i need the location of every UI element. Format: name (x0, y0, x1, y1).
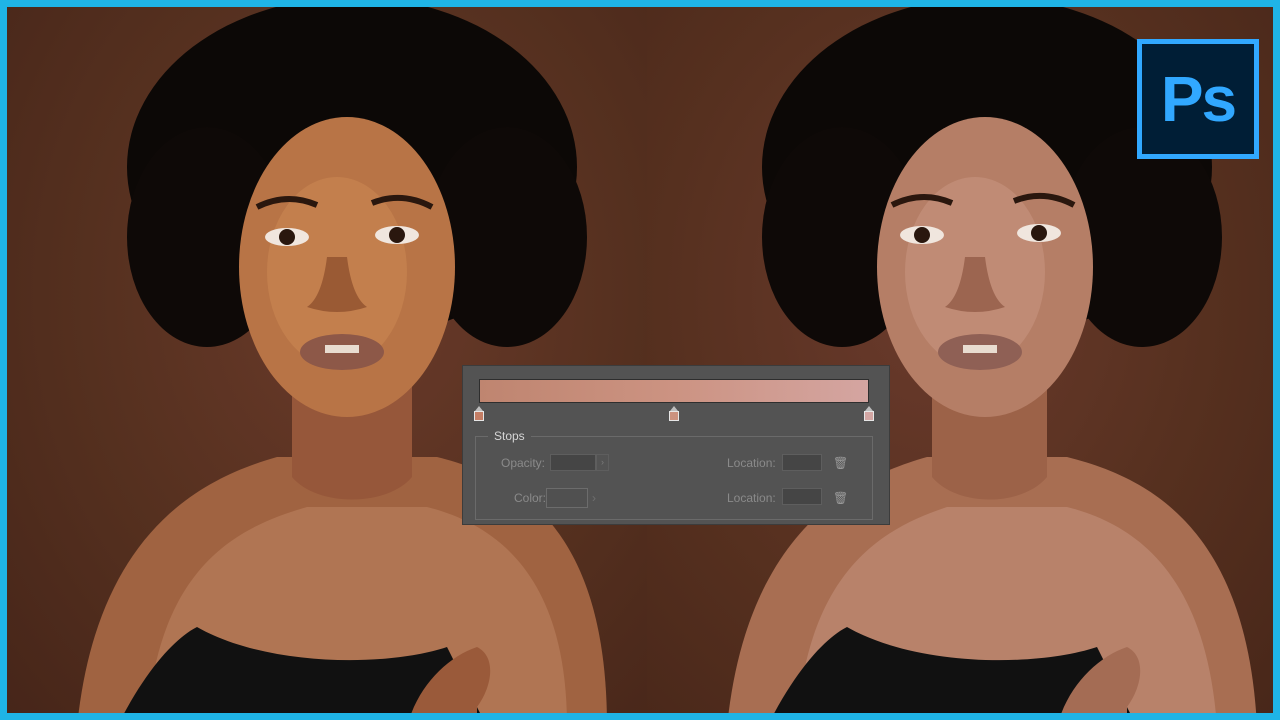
gradient-editor-panel: Stops Opacity: › Location: 🗑 Color: › Lo… (462, 365, 890, 525)
before-photo (7, 7, 647, 713)
color-stop-end[interactable] (864, 406, 874, 422)
color-label: Color: (514, 491, 547, 505)
photoshop-logo: Ps (1137, 39, 1259, 159)
stop-swatch (864, 411, 874, 421)
thumbnail-frame: Ps Stops Opacity: › Location: 🗑 Color: ›… (0, 0, 1280, 720)
before-portrait-illustration (78, 7, 607, 713)
stops-group: Stops Opacity: › Location: 🗑 Color: › Lo… (475, 429, 873, 520)
color-stop-start[interactable] (474, 406, 484, 422)
opacity-location-field[interactable] (782, 454, 822, 471)
color-swatch-field[interactable] (546, 488, 588, 508)
location-label-opacity: Location: (727, 456, 776, 470)
chevron-right-icon[interactable]: › (596, 454, 609, 471)
color-location-field[interactable] (782, 488, 822, 505)
color-stop-middle[interactable] (669, 406, 679, 422)
opacity-field[interactable] (550, 454, 596, 471)
stop-swatch (474, 411, 484, 421)
stop-swatch (669, 411, 679, 421)
trash-icon[interactable]: 🗑 (833, 457, 848, 469)
photoshop-logo-text: Ps (1160, 63, 1237, 135)
trash-icon[interactable]: 🗑 (833, 492, 848, 504)
chevron-right-icon[interactable]: › (592, 491, 596, 505)
gradient-preview-bar[interactable] (479, 379, 869, 403)
location-label-color: Location: (727, 491, 776, 505)
opacity-label: Opacity: (501, 456, 546, 470)
stops-legend: Stops (488, 429, 531, 443)
